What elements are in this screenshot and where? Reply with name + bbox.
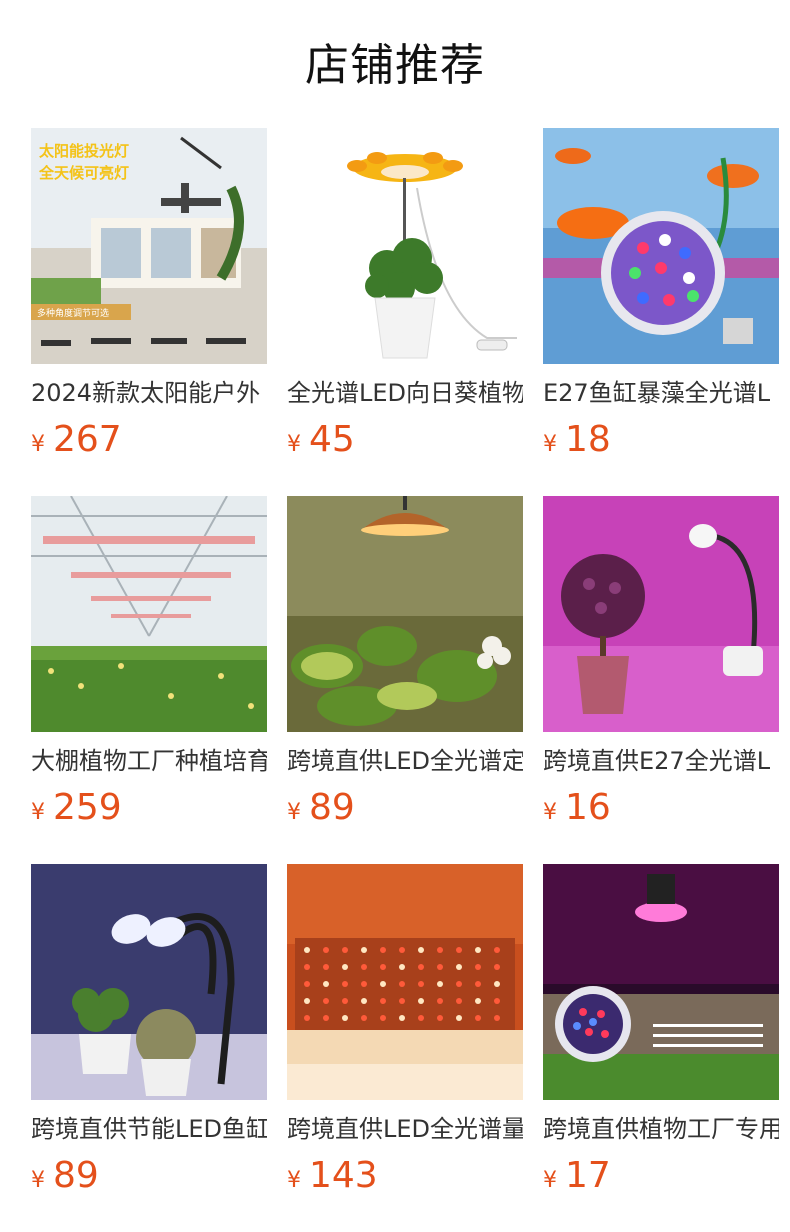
product-card[interactable]: 跨境直供E27全光谱L ¥16	[543, 496, 779, 828]
price-value: 89	[53, 1155, 99, 1196]
product-price: ¥18	[543, 420, 779, 460]
product-price: ¥267	[31, 420, 267, 460]
price-value: 267	[53, 419, 122, 460]
product-price: ¥17	[543, 1156, 779, 1196]
solar-headline-2: 全天候可亮灯	[39, 164, 130, 182]
product-card[interactable]: 跨境直供LED全光谱定 ¥89	[287, 496, 523, 828]
solar-headline-1: 太阳能投光灯	[39, 142, 130, 160]
product-name[interactable]: 全光谱LED向日葵植物	[287, 378, 523, 408]
product-price: ¥45	[287, 420, 523, 460]
price-value: 89	[309, 787, 355, 828]
led-panel-image[interactable]	[287, 864, 523, 1100]
currency-symbol: ¥	[287, 1168, 301, 1193]
product-price: ¥89	[31, 1156, 267, 1196]
price-value: 45	[309, 419, 355, 460]
product-name[interactable]: 跨境直供LED全光谱定	[287, 746, 523, 776]
product-grid: 太阳能投光灯 全天候可亮灯 多种角度调节可选 2024新款太阳能户外 ¥267	[0, 0, 790, 1232]
product-price: ¥89	[287, 788, 523, 828]
product-name[interactable]: 跨境直供节能LED鱼缸	[31, 1114, 267, 1144]
product-card[interactable]: 跨境直供植物工厂专用 ¥17	[543, 864, 779, 1196]
dual-head-lamp-image[interactable]	[31, 864, 267, 1100]
product-name[interactable]: 2024新款太阳能户外	[31, 378, 267, 408]
solar-light-image[interactable]: 太阳能投光灯 全天候可亮灯 多种角度调节可选	[31, 128, 267, 364]
price-value: 18	[565, 419, 611, 460]
product-card[interactable]: 全光谱LED向日葵植物 ¥45	[287, 128, 523, 460]
product-card[interactable]: E27鱼缸暴藻全光谱L ¥18	[543, 128, 779, 460]
product-price: ¥259	[31, 788, 267, 828]
currency-symbol: ¥	[543, 800, 557, 825]
product-name[interactable]: 跨境直供LED全光谱量	[287, 1114, 523, 1144]
product-card[interactable]: 跨境直供节能LED鱼缸 ¥89	[31, 864, 267, 1196]
product-name[interactable]: E27鱼缸暴藻全光谱L	[543, 378, 779, 408]
greenhouse-image[interactable]	[31, 496, 267, 732]
product-card[interactable]: 跨境直供LED全光谱量 ¥143	[287, 864, 523, 1196]
currency-symbol: ¥	[287, 432, 301, 457]
currency-symbol: ¥	[31, 432, 45, 457]
price-value: 16	[565, 787, 611, 828]
price-value: 143	[309, 1155, 378, 1196]
solar-badge: 多种角度调节可选	[37, 309, 110, 319]
product-name[interactable]: 跨境直供植物工厂专用	[543, 1114, 779, 1144]
product-price: ¥16	[543, 788, 779, 828]
currency-symbol: ¥	[543, 432, 557, 457]
currency-symbol: ¥	[543, 1168, 557, 1193]
product-name[interactable]: 跨境直供E27全光谱L	[543, 746, 779, 776]
clip-lamp-image[interactable]	[543, 496, 779, 732]
sunflower-lamp-image[interactable]	[287, 128, 523, 364]
grow-bulb-image[interactable]	[543, 864, 779, 1100]
aquarium-bulb-image[interactable]	[543, 128, 779, 364]
product-card[interactable]: 太阳能投光灯 全天候可亮灯 多种角度调节可选 2024新款太阳能户外 ¥267	[31, 128, 267, 460]
pendant-lamp-image[interactable]	[287, 496, 523, 732]
price-value: 17	[565, 1155, 611, 1196]
currency-symbol: ¥	[287, 800, 301, 825]
product-price: ¥143	[287, 1156, 523, 1196]
currency-symbol: ¥	[31, 800, 45, 825]
product-card[interactable]: 大棚植物工厂种植培育 ¥259	[31, 496, 267, 828]
price-value: 259	[53, 787, 122, 828]
product-name[interactable]: 大棚植物工厂种植培育	[31, 746, 267, 776]
currency-symbol: ¥	[31, 1168, 45, 1193]
